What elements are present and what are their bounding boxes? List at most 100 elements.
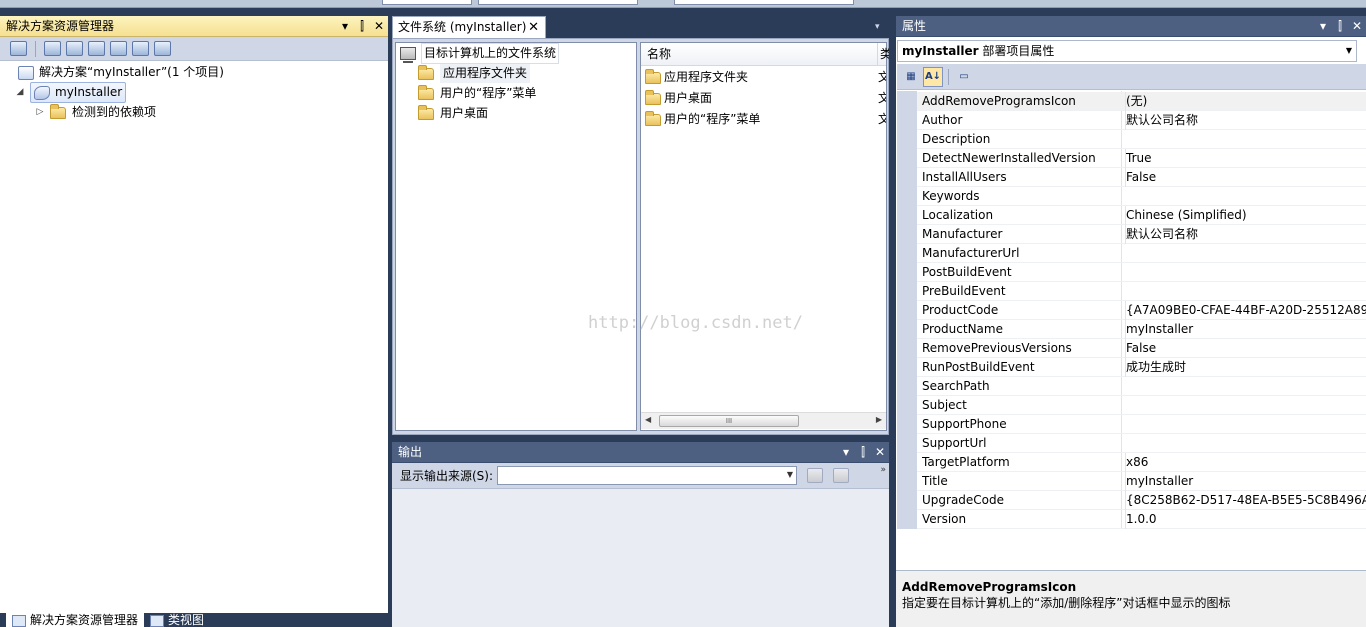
document-list-dropdown-icon[interactable]: ▾ — [875, 18, 887, 36]
user-interface-editor-icon[interactable] — [110, 41, 127, 56]
tab-class-view[interactable]: 类视图 — [144, 613, 224, 627]
property-value[interactable]: myInstaller — [1125, 320, 1366, 339]
property-row[interactable]: RunPostBuildEvent 成功生成时 — [917, 358, 1366, 377]
dropdown-arrow-icon[interactable]: ▼ — [1346, 41, 1352, 61]
property-value[interactable]: (无) — [1125, 92, 1366, 111]
folder-icon — [645, 68, 661, 84]
property-value[interactable]: x86 — [1125, 453, 1366, 472]
property-row[interactable]: AddRemoveProgramsIcon (无) — [917, 92, 1366, 111]
launch-conditions-editor-icon[interactable] — [154, 41, 171, 56]
close-icon[interactable]: ✕ — [875, 442, 885, 462]
top-toolbar-strip — [0, 0, 1366, 8]
properties-icon[interactable] — [10, 41, 27, 56]
property-row[interactable]: InstallAllUsers False — [917, 168, 1366, 187]
property-value[interactable]: False — [1125, 168, 1366, 187]
custom-actions-editor-icon[interactable] — [132, 41, 149, 56]
property-row[interactable]: Title myInstaller — [917, 472, 1366, 491]
document-tab-title: 文件系统 (myInstaller) — [398, 20, 527, 34]
scroll-thumb[interactable]: III — [659, 415, 799, 427]
property-row[interactable]: TargetPlatform x86 — [917, 453, 1366, 472]
scroll-left-icon[interactable]: ◀ — [645, 415, 651, 424]
column-name[interactable]: 名称 — [647, 43, 671, 66]
property-value[interactable]: False — [1125, 339, 1366, 358]
list-item[interactable]: 用户的“程序”菜单 文 — [645, 110, 886, 129]
dropdown-arrow-icon[interactable]: ▼ — [787, 470, 793, 479]
file-types-editor-icon[interactable] — [88, 41, 105, 56]
registry-editor-icon[interactable] — [66, 41, 83, 56]
horizontal-scrollbar[interactable]: ◀ III ▶ — [641, 412, 886, 429]
tab-solution-explorer[interactable]: 解决方案资源管理器 — [6, 613, 144, 627]
property-row[interactable]: SupportPhone — [917, 415, 1366, 434]
close-icon[interactable]: ✕ — [1352, 16, 1362, 36]
property-row[interactable]: Localization Chinese (Simplified) — [917, 206, 1366, 225]
column-type[interactable]: 类 — [877, 43, 889, 66]
folder-icon — [418, 64, 434, 80]
property-row[interactable]: DetectNewerInstalledVersion True — [917, 149, 1366, 168]
properties-titlebar: 属性 ▾ ⫿ ✕ — [896, 16, 1366, 37]
tree-item-programs-menu[interactable]: 用户的“程序”菜单 — [418, 84, 536, 103]
dropdown-icon[interactable]: ▾ — [841, 442, 851, 462]
property-row[interactable]: PostBuildEvent — [917, 263, 1366, 282]
property-row[interactable]: PreBuildEvent — [917, 282, 1366, 301]
properties-title: 属性 — [902, 19, 927, 33]
property-row[interactable]: RemovePreviousVersions False — [917, 339, 1366, 358]
property-value[interactable]: {8C258B62-D517-48EA-B5E5-5C8B496AE — [1125, 491, 1366, 510]
categorized-icon[interactable]: ▦ — [901, 67, 921, 87]
property-name: Title — [922, 474, 948, 488]
close-icon[interactable]: ✕ — [374, 16, 384, 36]
property-row[interactable]: UpgradeCode {8C258B62-D517-48EA-B5E5-5C8B… — [917, 491, 1366, 510]
property-value[interactable]: {A7A09BE0-CFAE-44BF-A20D-25512A893 — [1125, 301, 1366, 320]
pin-icon[interactable]: ⫿ — [858, 442, 868, 462]
property-row[interactable]: Manufacturer 默认公司名称 — [917, 225, 1366, 244]
expanded-triangle-icon[interactable]: ◢ — [14, 83, 26, 102]
dropdown-icon[interactable]: ▾ — [1318, 16, 1328, 36]
output-source-select[interactable]: ▼ — [497, 466, 798, 485]
file-system-editor-icon[interactable] — [44, 41, 61, 56]
property-row[interactable]: ProductName myInstaller — [917, 320, 1366, 339]
property-grid-gutter — [897, 91, 917, 529]
tree-item-application-folder[interactable]: 应用程序文件夹 — [418, 64, 531, 83]
clear-all-icon[interactable] — [833, 468, 850, 483]
tree-node-project[interactable]: ◢ myInstaller — [14, 82, 127, 103]
toolbar-combo[interactable] — [674, 0, 854, 5]
document-tab-file-system[interactable]: 文件系统 (myInstaller) ✕ — [392, 16, 546, 38]
list-item-name: 用户的“程序”菜单 — [664, 112, 761, 126]
property-row[interactable]: Keywords — [917, 187, 1366, 206]
property-value[interactable]: True — [1125, 149, 1366, 168]
properties-object-selector[interactable]: myInstaller 部署项目属性 ▼ — [897, 40, 1357, 62]
tree-node-solution[interactable]: 解决方案“myInstaller”(1 个项目) — [18, 63, 224, 82]
property-value[interactable]: myInstaller — [1125, 472, 1366, 491]
property-row[interactable]: ProductCode {A7A09BE0-CFAE-44BF-A20D-2551… — [917, 301, 1366, 320]
property-value[interactable]: 默认公司名称 — [1125, 225, 1366, 244]
list-item[interactable]: 应用程序文件夹 文 — [645, 68, 886, 87]
property-row[interactable]: SearchPath — [917, 377, 1366, 396]
property-row[interactable]: Author 默认公司名称 — [917, 111, 1366, 130]
scroll-right-icon[interactable]: ▶ — [876, 415, 882, 424]
property-name: Subject — [922, 398, 967, 412]
property-row[interactable]: Subject — [917, 396, 1366, 415]
property-row[interactable]: ManufacturerUrl — [917, 244, 1366, 263]
find-message-icon[interactable] — [807, 468, 824, 483]
property-value[interactable]: 1.0.0 — [1125, 510, 1366, 529]
property-pages-icon[interactable]: ▭ — [954, 67, 974, 87]
property-value[interactable]: 默认公司名称 — [1125, 111, 1366, 130]
property-value[interactable]: Chinese (Simplified) — [1125, 206, 1366, 225]
property-row[interactable]: Description — [917, 130, 1366, 149]
toolbar-combo[interactable] — [478, 0, 638, 5]
property-row[interactable]: Version 1.0.0 — [917, 510, 1366, 529]
toolbar-overflow-icon[interactable]: » — [880, 465, 886, 475]
pin-icon[interactable]: ⫿ — [1335, 16, 1345, 36]
pin-icon[interactable]: ⫿ — [357, 16, 367, 36]
dropdown-icon[interactable]: ▾ — [340, 16, 350, 36]
toolbar-combo[interactable] — [382, 0, 472, 5]
tree-node-target-filesystem[interactable]: 目标计算机上的文件系统 — [400, 43, 560, 64]
list-item[interactable]: 用户桌面 文 — [645, 89, 886, 108]
collapsed-triangle-icon[interactable]: ▷ — [34, 103, 46, 122]
tree-node-dependencies[interactable]: ▷ 检测到的依赖项 — [34, 103, 156, 122]
alphabetical-icon[interactable]: A↓ — [923, 66, 943, 87]
property-row[interactable]: SupportUrl — [917, 434, 1366, 453]
close-icon[interactable]: ✕ — [528, 17, 539, 38]
tree-item-user-desktop[interactable]: 用户桌面 — [418, 104, 488, 123]
property-value[interactable]: 成功生成时 — [1125, 358, 1366, 377]
properties-toolbar: ▦ A↓ ▭ — [897, 64, 1366, 90]
